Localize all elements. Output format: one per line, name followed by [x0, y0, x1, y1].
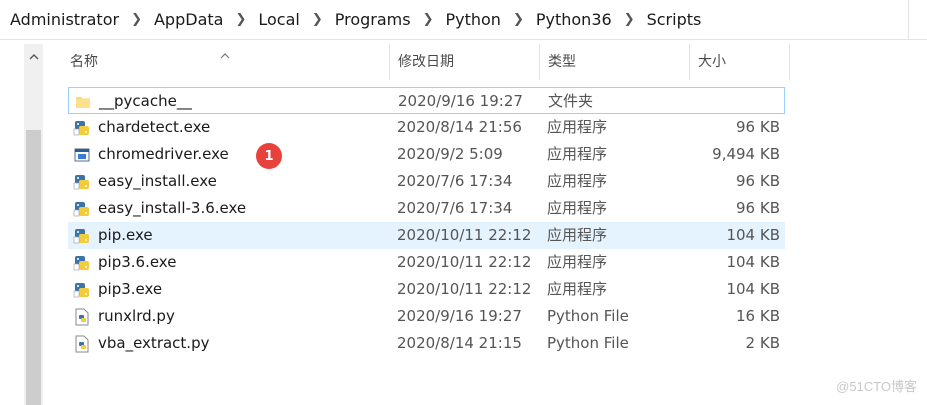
- file-date: 2020/9/2 5:09: [397, 145, 503, 163]
- file-row[interactable]: easy_install-3.6.exe 2020/7/6 17:34 应用程序 96…: [68, 195, 785, 222]
- file-type: 应用程序: [547, 199, 608, 217]
- file-date: 2020/8/14 21:15: [397, 334, 522, 352]
- python-exe-icon: [72, 114, 92, 141]
- file-row[interactable]: vba_extract.py 2020/8/14 21:15 Python File…: [68, 330, 785, 357]
- file-row[interactable]: pip.exe 2020/10/11 22:12 应用程序 104 KB: [68, 222, 785, 249]
- python-exe-icon: [72, 249, 92, 276]
- column-header-size[interactable]: 大小: [690, 44, 790, 80]
- file-name: __pycache__: [99, 92, 192, 110]
- file-size: 16 KB: [736, 307, 780, 325]
- file-row[interactable]: easy_install.exe 2020/7/6 17:34 应用程序 96 KB: [68, 168, 785, 195]
- file-type: 应用程序: [547, 172, 608, 190]
- file-size: 2 KB: [745, 334, 780, 352]
- breadcrumb-python[interactable]: Python: [445, 10, 500, 29]
- breadcrumb-administrator[interactable]: Administrator: [10, 10, 119, 29]
- file-size: 96 KB: [736, 172, 780, 190]
- file-date: 2020/7/6 17:34: [397, 199, 513, 217]
- python-file-icon: [72, 303, 92, 330]
- column-header-type[interactable]: 类型: [540, 44, 690, 80]
- column-header-date[interactable]: 修改日期: [390, 44, 540, 80]
- breadcrumb-local[interactable]: Local: [258, 10, 299, 29]
- file-date: 2020/9/16 19:27: [398, 92, 523, 110]
- scroll-up-arrow-icon[interactable]: [24, 44, 43, 70]
- file-name: easy_install-3.6.exe: [98, 199, 247, 217]
- file-row[interactable]: pip3.6.exe 2020/10/11 22:12 应用程序 104 KB: [68, 249, 785, 276]
- python-exe-icon: [72, 222, 92, 249]
- file-date: 2020/10/11 22:12: [397, 253, 532, 271]
- file-date: 2020/7/6 17:34: [397, 172, 513, 190]
- file-date: 2020/8/14 21:56: [397, 118, 522, 136]
- file-type: 应用程序: [547, 280, 608, 298]
- file-row[interactable]: chromedriver.exe 2020/9/2 5:09 应用程序 9,494 K…: [68, 141, 785, 168]
- file-date: 2020/9/16 19:27: [397, 307, 522, 325]
- python-file-icon: [72, 330, 92, 357]
- chevron-right-icon[interactable]: ❯: [131, 12, 142, 27]
- file-name: pip3.exe: [98, 280, 163, 298]
- column-type-label: 类型: [548, 54, 576, 70]
- file-name: easy_install.exe: [98, 172, 217, 190]
- column-name-label: 名称: [70, 54, 98, 70]
- column-header-name[interactable]: 名称: [62, 44, 390, 80]
- chevron-right-icon[interactable]: ❯: [312, 12, 323, 27]
- file-size: 9,494 KB: [712, 145, 780, 163]
- folder-icon: [73, 88, 93, 115]
- python-exe-icon: [72, 168, 92, 195]
- file-name: chromedriver.exe: [98, 145, 229, 163]
- navigation-pane-scrollbar[interactable]: [24, 44, 43, 405]
- address-bar-end: [908, 0, 927, 40]
- breadcrumb: Administrator ❯ AppData ❯ Local ❯ Progra…: [0, 0, 927, 40]
- file-date: 2020/10/11 22:12: [397, 226, 532, 244]
- file-size: 104 KB: [726, 226, 780, 244]
- file-type: 应用程序: [547, 253, 608, 271]
- file-name: vba_extract.py: [98, 334, 210, 352]
- chevron-right-icon[interactable]: ❯: [423, 12, 434, 27]
- file-type: 应用程序: [547, 118, 608, 136]
- file-row[interactable]: __pycache__ 2020/9/16 19:27 文件夹: [68, 87, 785, 114]
- file-type: 文件夹: [548, 92, 594, 110]
- chevron-right-icon[interactable]: ❯: [624, 12, 635, 27]
- breadcrumb-python36[interactable]: Python36: [536, 10, 612, 29]
- scroll-thumb[interactable]: [26, 130, 41, 405]
- annotation-badge: 1: [256, 143, 282, 169]
- file-type: 应用程序: [547, 145, 608, 163]
- watermark: @51CTO博客: [836, 379, 917, 394]
- chevron-right-icon[interactable]: ❯: [513, 12, 524, 27]
- app-window-icon: [72, 141, 92, 168]
- file-name: pip.exe: [98, 226, 153, 244]
- breadcrumb-programs[interactable]: Programs: [335, 10, 411, 29]
- file-name: pip3.6.exe: [98, 253, 177, 271]
- file-name: runxlrd.py: [98, 307, 175, 325]
- chevron-right-icon[interactable]: ❯: [235, 12, 246, 27]
- file-date: 2020/10/11 22:12: [397, 280, 532, 298]
- file-type: Python File: [547, 334, 629, 352]
- file-row[interactable]: chardetect.exe 2020/8/14 21:56 应用程序 96 KB: [68, 114, 785, 141]
- file-size: 104 KB: [726, 280, 780, 298]
- file-name: chardetect.exe: [98, 118, 211, 136]
- file-size: 96 KB: [736, 118, 780, 136]
- file-type: 应用程序: [547, 226, 608, 244]
- file-size: 104 KB: [726, 253, 780, 271]
- column-size-label: 大小: [698, 54, 726, 70]
- column-header: 名称 修改日期 类型 大小: [62, 44, 790, 80]
- file-size: 96 KB: [736, 199, 780, 217]
- file-row[interactable]: pip3.exe 2020/10/11 22:12 应用程序 104 KB: [68, 276, 785, 303]
- file-list: __pycache__ 2020/9/16 19:27 文件夹 chardetect.…: [68, 87, 785, 357]
- column-date-label: 修改日期: [398, 54, 454, 70]
- python-exe-icon: [72, 195, 92, 222]
- breadcrumb-scripts[interactable]: Scripts: [647, 10, 702, 29]
- file-type: Python File: [547, 307, 629, 325]
- sort-ascending-icon: [220, 38, 230, 74]
- python-exe-icon: [72, 276, 92, 303]
- file-row[interactable]: runxlrd.py 2020/9/16 19:27 Python File 16 K…: [68, 303, 785, 330]
- breadcrumb-appdata[interactable]: AppData: [154, 10, 223, 29]
